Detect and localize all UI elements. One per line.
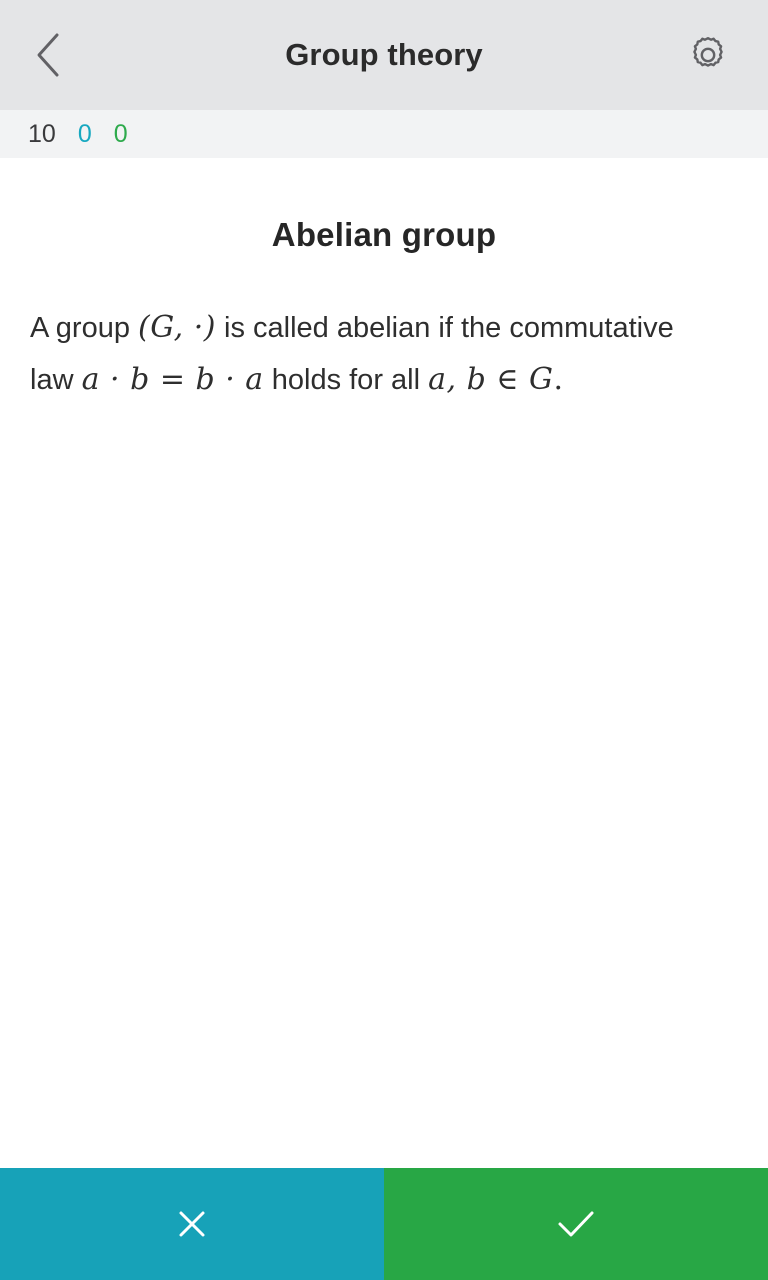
counter-wrong: 0: [77, 120, 92, 148]
flashcard-content[interactable]: Abelian group A group (G, ·) is called a…: [0, 158, 768, 1168]
app-header: Group theory: [0, 0, 768, 110]
settings-button[interactable]: [676, 0, 740, 110]
check-icon: [551, 1202, 601, 1246]
math-expression-group-pair: (G, ·): [138, 310, 216, 345]
page-title: Group theory: [285, 37, 483, 72]
flashcard-screen: Group theory 10 0 0 Abelian group A grou…: [0, 0, 768, 1280]
counter-remaining: 10: [28, 120, 56, 148]
math-expression-membership: a, b ∈ G: [428, 362, 554, 397]
card-text-segment: holds for all: [263, 364, 429, 396]
card-text-segment: A group: [30, 312, 139, 344]
mark-correct-button[interactable]: [384, 1168, 768, 1280]
counter-correct: 0: [113, 120, 128, 148]
close-icon: [170, 1202, 214, 1246]
mark-wrong-button[interactable]: [0, 1168, 384, 1280]
score-counter-bar: 10 0 0: [0, 110, 768, 158]
gear-icon: [688, 35, 728, 75]
math-expression-commutative-law: a · b = b · a: [81, 362, 264, 397]
back-button[interactable]: [0, 0, 96, 110]
card-body-text: A group (G, ·) is called abelian if the …: [30, 254, 690, 406]
card-title: Abelian group: [271, 216, 497, 253]
chevron-left-icon: [34, 32, 62, 78]
card-text-segment: .: [553, 362, 564, 397]
answer-actions: [0, 1168, 768, 1280]
